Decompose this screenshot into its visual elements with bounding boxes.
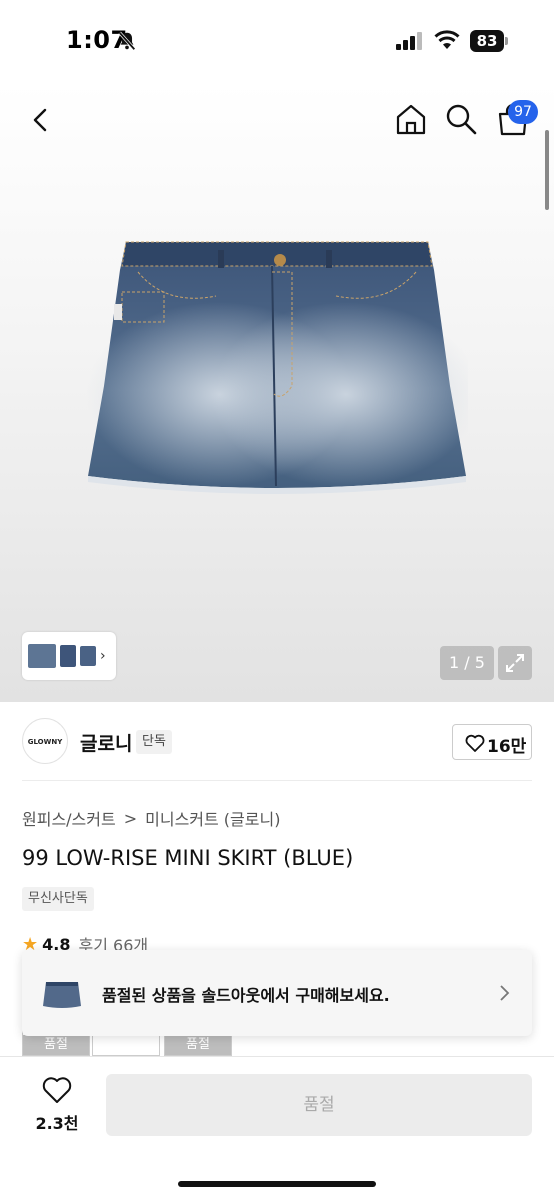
breadcrumb: 원피스/스커트 > 미니스커트 (글로니): [22, 806, 280, 830]
battery-indicator: 83: [470, 30, 508, 52]
wishlist-button[interactable]: 2.3천: [26, 1076, 88, 1136]
heart-icon: [42, 1077, 72, 1103]
brand-like-count: 16만: [487, 737, 527, 757]
soldout-banner[interactable]: 품절된 상품을 솔드아웃에서 구매해보세요.: [22, 950, 532, 1036]
battery-cap: [505, 37, 508, 45]
option-soldout-label: 품절: [165, 1035, 231, 1055]
status-bar: 1:07 83: [0, 0, 554, 84]
expand-icon: [506, 654, 524, 672]
buy-button[interactable]: 품절: [106, 1074, 532, 1136]
expand-button[interactable]: [498, 646, 532, 680]
scroll-indicator: [545, 130, 549, 210]
back-arrow-icon[interactable]: [26, 104, 56, 136]
search-icon[interactable]: [444, 102, 478, 136]
breadcrumb-separator: >: [123, 808, 138, 828]
chevron-right-icon[interactable]: ›: [100, 648, 106, 664]
home-indicator[interactable]: [178, 1181, 376, 1187]
wishlist-count: 2.3천: [35, 1114, 79, 1133]
brand-like-button[interactable]: 16만: [452, 724, 532, 760]
brand-exclusive-badge: 단독: [136, 730, 172, 754]
chevron-right-icon: [500, 985, 510, 1001]
cart-count-badge: 97: [508, 100, 538, 124]
home-icon[interactable]: [394, 102, 428, 136]
soldout-product-thumbnail: [43, 982, 81, 1008]
exclusive-tag: 무신사단독: [22, 887, 94, 911]
thumbnail-images: [28, 644, 96, 668]
divider: [22, 780, 532, 781]
breadcrumb-category[interactable]: 원피스/스커트: [22, 806, 116, 830]
product-image[interactable]: [86, 236, 468, 500]
brand-logo[interactable]: GLOWNY: [22, 718, 68, 764]
bottom-bar-divider: [0, 1056, 554, 1057]
image-pager: 1 / 5: [440, 646, 494, 680]
product-title: 99 LOW-RISE MINI SKIRT (BLUE): [22, 846, 354, 870]
cellular-signal-icon: [396, 32, 422, 50]
wifi-icon: [434, 30, 460, 49]
bell-muted-icon: [118, 31, 136, 51]
battery-level: 83: [470, 30, 504, 52]
heart-icon: [465, 734, 485, 752]
option-soldout-label: 품절: [23, 1035, 89, 1055]
brand-name[interactable]: 글로니: [80, 729, 132, 756]
soldout-banner-text: 품절된 상품을 솔드아웃에서 구매해보세요.: [102, 986, 390, 1005]
breadcrumb-subcategory[interactable]: 미니스커트 (글로니): [145, 806, 280, 830]
